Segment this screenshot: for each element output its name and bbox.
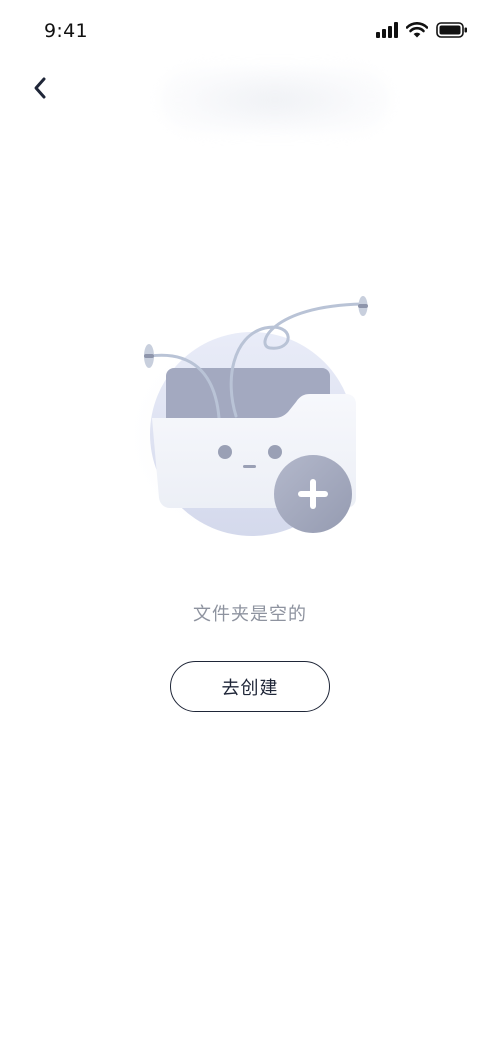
nav-title xyxy=(160,66,390,134)
status-bar: 9:41 xyxy=(0,0,500,64)
empty-message: 文件夹是空的 xyxy=(193,604,307,625)
status-time: 9:41 xyxy=(44,20,88,42)
chevron-left-icon xyxy=(33,76,47,104)
wifi-icon xyxy=(406,22,428,38)
battery-icon xyxy=(436,22,468,38)
signal-icon xyxy=(376,22,398,38)
nav-bar xyxy=(0,64,500,134)
empty-folder-illustration xyxy=(120,286,390,556)
create-button[interactable]: 去创建 xyxy=(170,661,330,712)
status-icons xyxy=(376,22,468,38)
back-button[interactable] xyxy=(22,72,58,108)
screen: 9:41 文件夹是空的 去创建 xyxy=(0,0,500,1063)
create-button-label: 去创建 xyxy=(221,677,279,699)
